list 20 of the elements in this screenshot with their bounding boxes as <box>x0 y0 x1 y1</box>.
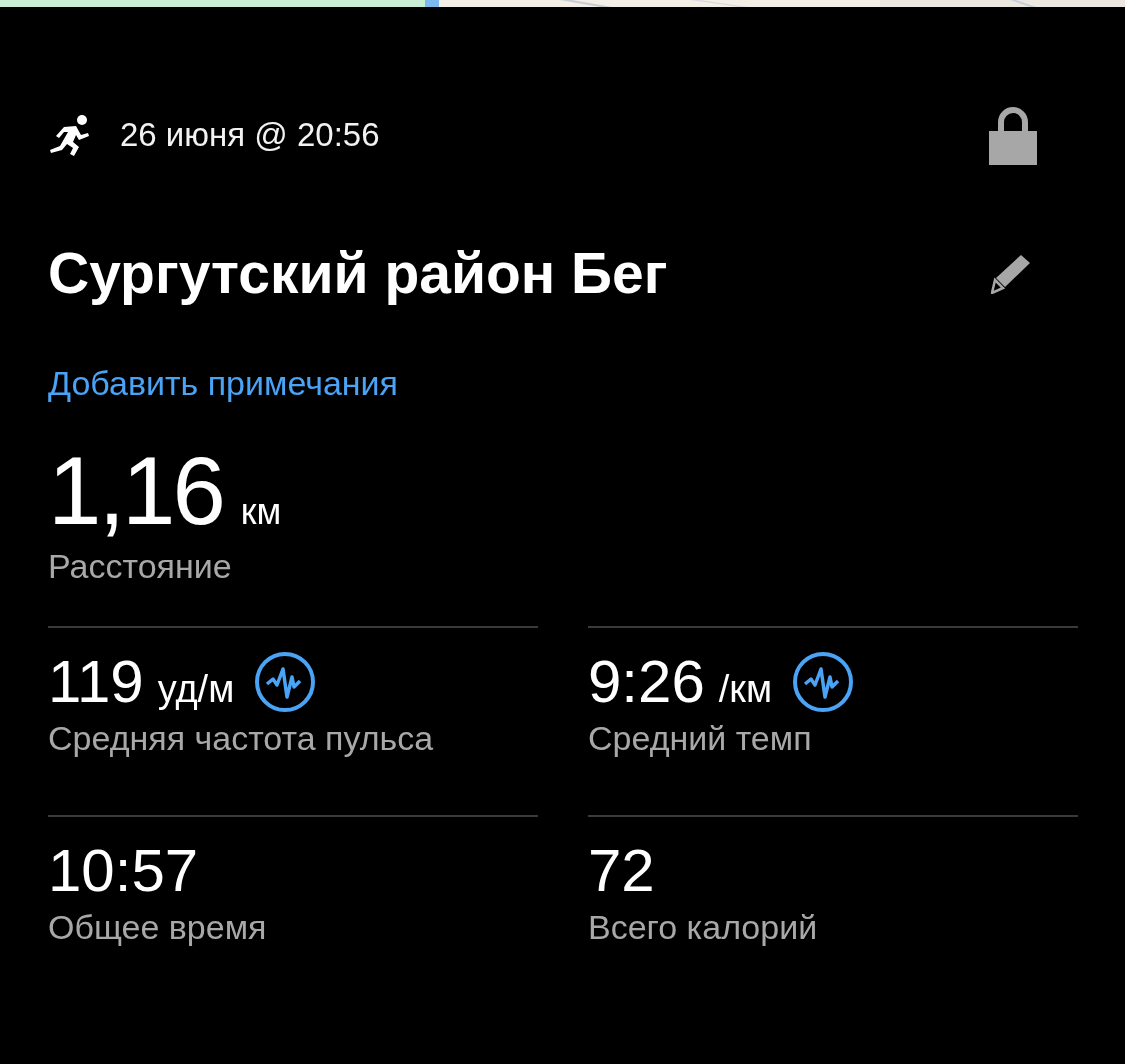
stat-unit: /км <box>718 668 773 711</box>
stat-label: Всего калорий <box>588 908 819 947</box>
stat-unit: уд/м <box>157 668 235 711</box>
running-person-icon <box>48 113 92 157</box>
distance-label: Расстояние <box>48 547 233 586</box>
distance-unit: км <box>240 491 282 533</box>
heart-rate-chart-icon[interactable] <box>254 650 317 713</box>
stat-value: 9:26 <box>588 650 705 713</box>
activity-date: 26 июня @ 20:56 <box>120 116 380 154</box>
stat-label: Общее время <box>48 908 268 947</box>
stat-value: 10:57 <box>48 839 199 902</box>
distance-value: 1,16 <box>48 443 223 539</box>
lock-icon[interactable] <box>989 105 1037 165</box>
add-notes-link[interactable]: Добавить примечания <box>48 364 398 403</box>
stat-value: 72 <box>588 839 655 902</box>
pencil-icon[interactable] <box>991 253 1031 294</box>
stat-value: 119 <box>48 650 144 713</box>
heart-rate-chart-icon[interactable] <box>792 650 855 713</box>
stat-label: Средний темп <box>588 719 813 758</box>
stat-label: Средняя частота пульса <box>48 719 435 758</box>
